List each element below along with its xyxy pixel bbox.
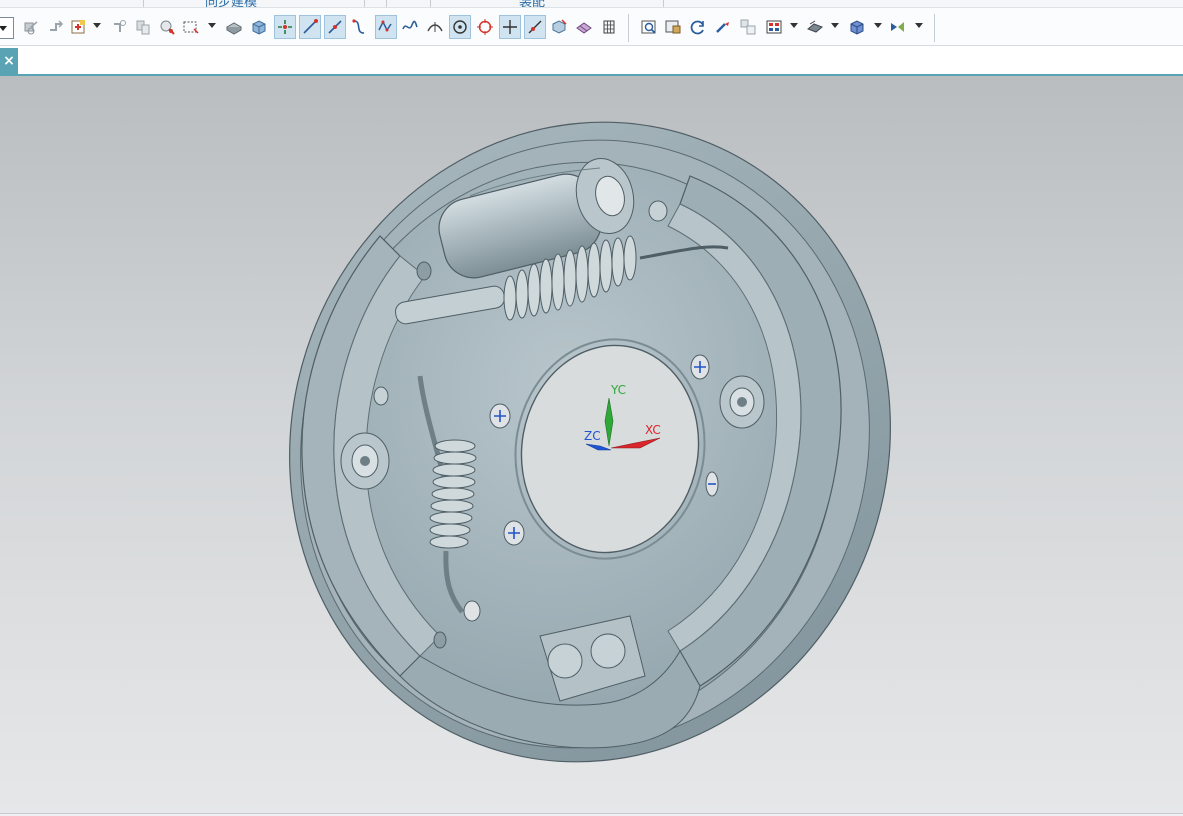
orient-view-dropdown[interactable] <box>874 23 882 28</box>
y-axis-label: YC <box>610 383 626 397</box>
display-mode-icon[interactable] <box>887 15 909 39</box>
curve-icon[interactable] <box>375 15 397 39</box>
intersection-icon[interactable] <box>499 15 521 39</box>
pan-icon[interactable] <box>712 15 734 39</box>
rectangle-select-dropdown[interactable] <box>208 23 216 28</box>
spline-icon[interactable] <box>399 15 421 39</box>
solid-body-icon[interactable] <box>223 15 245 39</box>
render-style-dropdown[interactable] <box>790 23 798 28</box>
point-snap-icon[interactable] <box>68 15 90 39</box>
arc-icon[interactable] <box>348 15 370 39</box>
grid-icon[interactable] <box>598 15 620 39</box>
graphics-viewport[interactable]: YC XC ZC <box>0 76 1183 813</box>
command-toolbar <box>0 8 1183 46</box>
toolbar-separator <box>934 14 935 42</box>
offset-face-icon[interactable] <box>45 15 67 39</box>
polygon-icon[interactable] <box>573 15 595 39</box>
attach-icon[interactable] <box>108 15 130 39</box>
on-curve-icon[interactable] <box>524 15 546 39</box>
ribbon-divider <box>430 0 431 7</box>
move-face-icon[interactable] <box>20 15 42 39</box>
selection-filter-dropdown[interactable] <box>0 17 14 39</box>
face-icon[interactable] <box>548 15 570 39</box>
wcs-dropdown[interactable] <box>831 23 839 28</box>
point-snap-dropdown[interactable] <box>93 23 101 28</box>
cad-application-window: 同步建模 装配 × YC XC ZC <box>0 0 1183 816</box>
wcs-icon[interactable] <box>804 15 826 39</box>
rotate-icon[interactable] <box>687 15 709 39</box>
toolbar-separator <box>628 14 629 42</box>
ribbon-divider <box>386 0 387 7</box>
select-feature-icon[interactable] <box>156 15 178 39</box>
fit-view-icon[interactable] <box>638 15 660 39</box>
snap-point-icon[interactable] <box>274 15 296 39</box>
ribbon-divider <box>143 0 144 7</box>
block-icon[interactable] <box>248 15 270 39</box>
brake-assembly-model[interactable]: YC XC ZC <box>0 76 1183 813</box>
copy-icon[interactable] <box>132 15 154 39</box>
document-tab-bar: × <box>0 46 1183 76</box>
z-axis-label: ZC <box>584 429 601 443</box>
ribbon-divider <box>364 0 365 7</box>
close-tab-icon[interactable]: × <box>0 48 18 74</box>
ribbon-tab-strip: 同步建模 装配 <box>0 0 1183 8</box>
center-point-icon[interactable] <box>449 15 471 39</box>
midpoint-icon[interactable] <box>424 15 446 39</box>
line-tangent-icon[interactable] <box>324 15 346 39</box>
line-icon[interactable] <box>299 15 321 39</box>
rectangle-select-icon[interactable] <box>180 15 202 39</box>
quadrant-icon[interactable] <box>474 15 496 39</box>
ribbon-tab-assembly[interactable]: 装配 <box>519 0 545 7</box>
ribbon-divider <box>663 0 664 7</box>
display-mode-dropdown[interactable] <box>915 23 923 28</box>
ribbon-tab-synchronous-modeling[interactable]: 同步建模 <box>205 0 257 7</box>
orient-view-icon[interactable] <box>846 15 868 39</box>
x-axis-label: XC <box>645 423 661 437</box>
zoom-window-icon[interactable] <box>662 15 684 39</box>
perspective-icon[interactable] <box>737 15 759 39</box>
render-style-icon[interactable] <box>763 15 785 39</box>
